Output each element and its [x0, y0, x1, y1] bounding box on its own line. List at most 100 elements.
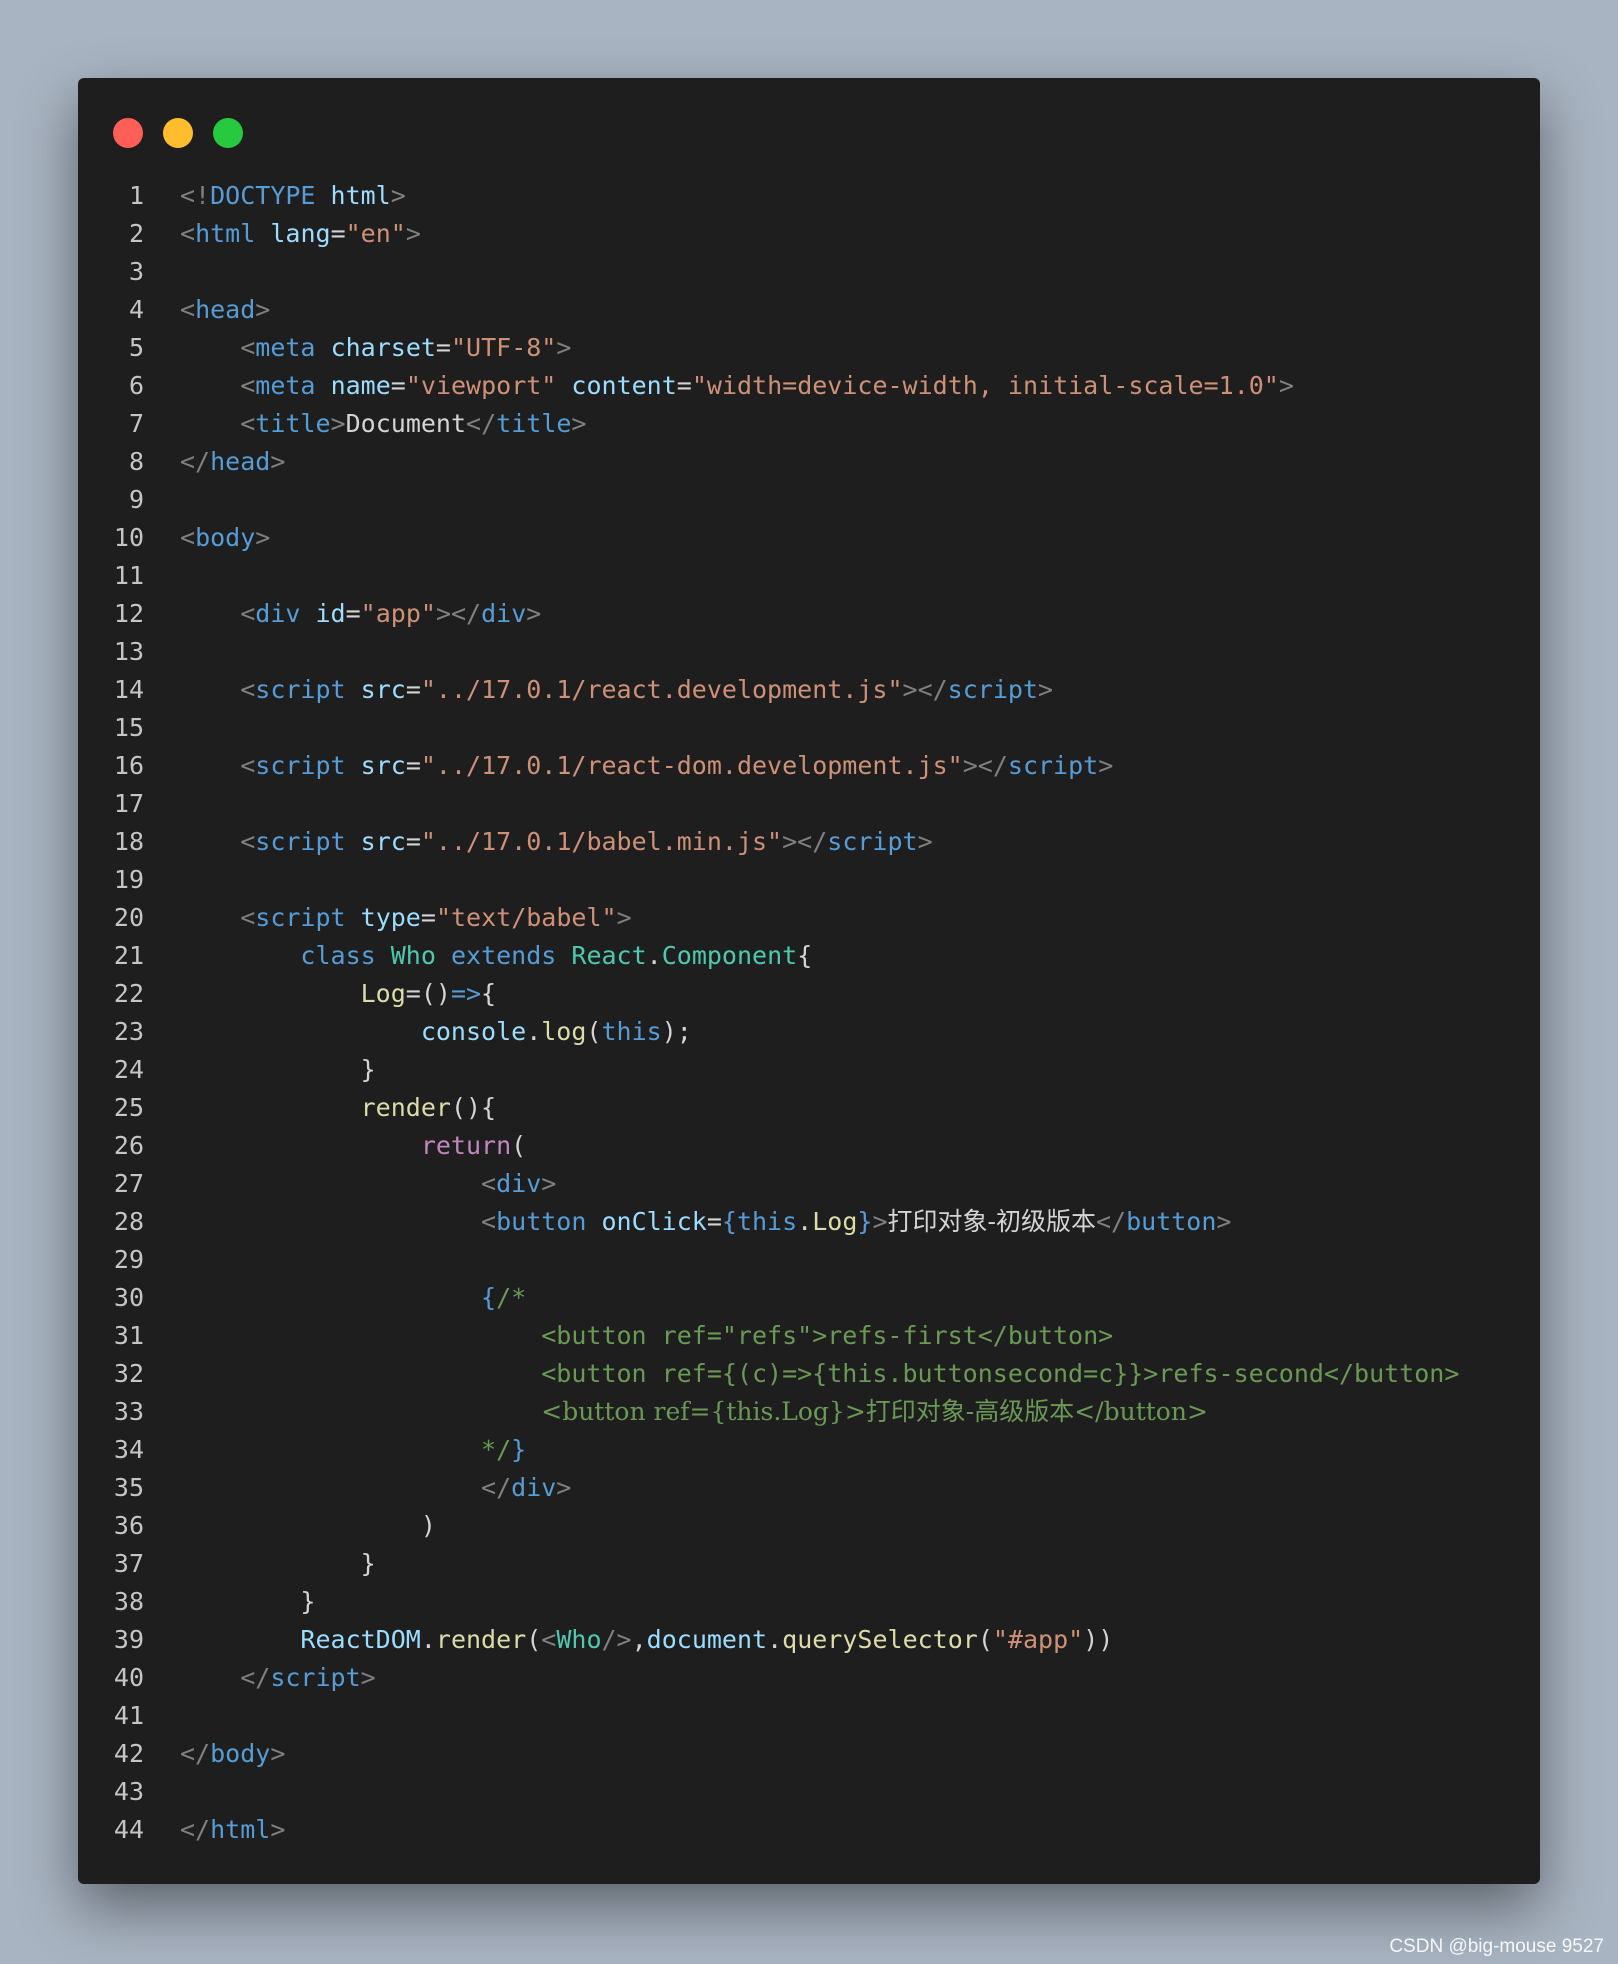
line-number: 11: [113, 561, 144, 590]
token: <: [240, 903, 256, 932]
line-number: 7: [128, 409, 144, 438]
line-number: 10: [113, 523, 144, 552]
token: title: [496, 409, 572, 438]
token: <: [180, 295, 196, 324]
token: script: [827, 827, 918, 856]
token: >: [1037, 675, 1054, 704]
maximize-dot-icon[interactable]: [213, 118, 243, 148]
code-content: {/*: [180, 1279, 526, 1317]
token: >: [541, 1169, 557, 1198]
minimize-dot-icon[interactable]: [163, 118, 193, 148]
token: >: [1216, 1207, 1232, 1236]
token: name: [330, 371, 391, 400]
token: onClick: [601, 1207, 707, 1236]
code-line: 44 </html>: [78, 1811, 1540, 1849]
token: Who: [556, 1625, 602, 1654]
token: =(): [405, 979, 451, 1008]
code-line: 3: [78, 253, 1540, 291]
token: "app": [360, 599, 436, 628]
code-content: ): [180, 1507, 436, 1545]
line-number: 29: [113, 1245, 144, 1274]
code-line: 28 <button onClick={this.Log}>打印对象-初级版本<…: [78, 1203, 1540, 1241]
code-line: 35 </div>: [78, 1469, 1540, 1507]
code-content: }: [180, 1545, 376, 1583]
code-content: <script src="../17.0.1/react-dom.develop…: [180, 747, 1113, 785]
code-content: </body>: [180, 1735, 285, 1773]
token: .: [767, 1625, 783, 1654]
code-line: 36 ): [78, 1507, 1540, 1545]
token: >: [270, 1815, 286, 1844]
token: (: [511, 1131, 527, 1160]
line-number: 23: [113, 1017, 144, 1046]
code-line: 20 <script type="text/babel">: [78, 899, 1540, 937]
token: >: [526, 599, 542, 628]
code-content: }: [180, 1583, 315, 1621]
code-content: render(){: [180, 1089, 496, 1127]
token: content: [571, 371, 677, 400]
token: id: [315, 599, 346, 628]
token: ): [420, 1511, 436, 1540]
line-number: 5: [128, 333, 144, 362]
token: =: [405, 675, 421, 704]
token: =: [405, 751, 421, 780]
line-number: 28: [113, 1207, 144, 1236]
token: .: [526, 1017, 542, 1046]
code-line: 43: [78, 1773, 1540, 1811]
token: "#app": [992, 1625, 1084, 1654]
token: =: [706, 1207, 722, 1236]
token: >: [270, 1739, 286, 1768]
code-line: 42 </body>: [78, 1735, 1540, 1773]
token: }: [300, 1587, 316, 1616]
code-line: 29: [78, 1241, 1540, 1279]
code-line: 16 <script src="../17.0.1/react-dom.deve…: [78, 747, 1540, 785]
token: ,: [631, 1625, 647, 1654]
code-content: class Who extends React.Component{: [180, 937, 812, 975]
code-line: 6 <meta name="viewport" content="width=d…: [78, 367, 1540, 405]
code-line: 31 <button ref="refs">refs-first</button…: [78, 1317, 1540, 1355]
line-number: 42: [113, 1739, 144, 1768]
token: >: [556, 1473, 572, 1502]
token: render: [435, 1625, 527, 1654]
code-line: 5 <meta charset="UTF-8">: [78, 329, 1540, 367]
token: "width=device-width, initial-scale=1.0": [691, 371, 1279, 400]
token: .: [420, 1625, 436, 1654]
token: meta: [255, 333, 316, 362]
code-content: */}: [180, 1431, 526, 1469]
token: >: [872, 1207, 888, 1236]
close-dot-icon[interactable]: [113, 118, 143, 148]
token: "../17.0.1/react-dom.development.js": [420, 751, 963, 780]
line-number: 32: [113, 1359, 144, 1388]
code-line: 10 <body>: [78, 519, 1540, 557]
token: {: [721, 1207, 737, 1236]
code-content: <div id="app"></div>: [180, 595, 541, 633]
code-content: <body>: [180, 519, 270, 557]
code-content: </head>: [180, 443, 285, 481]
token: />: [601, 1625, 632, 1654]
code-content: console.log(this);: [180, 1013, 692, 1051]
token: <: [240, 751, 256, 780]
token: <: [481, 1169, 497, 1198]
code-content: </script>: [180, 1659, 375, 1697]
token: }: [360, 1055, 376, 1084]
token: Log: [360, 979, 406, 1008]
code-content: <button ref="refs">refs-first</button>: [180, 1317, 1113, 1355]
token: "viewport": [405, 371, 557, 400]
token: querySelector: [782, 1625, 978, 1654]
token: <: [240, 599, 256, 628]
code-line: 23 console.log(this);: [78, 1013, 1540, 1051]
token: src: [360, 675, 406, 704]
line-number: 8: [128, 447, 144, 476]
token: ></: [782, 827, 828, 856]
token: button: [496, 1207, 587, 1236]
code-line: 1 <!DOCTYPE html>: [78, 177, 1540, 215]
